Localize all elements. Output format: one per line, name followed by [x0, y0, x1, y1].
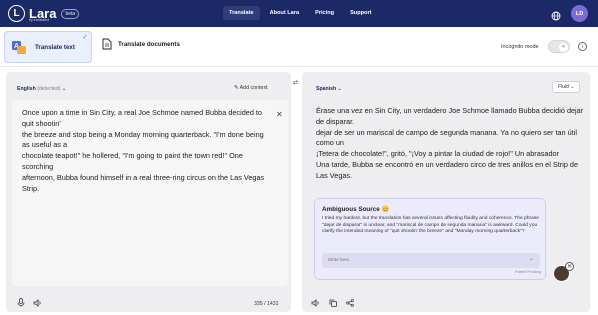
incognito-label: Incognito mode	[501, 44, 539, 50]
ambiguous-title-text: Ambiguous Source	[322, 206, 380, 213]
share-icon[interactable]	[345, 298, 354, 307]
chevron-down-icon: ⌄	[62, 86, 67, 92]
copy-icon[interactable]	[328, 298, 337, 307]
tab-translate-text-label: Translate text	[35, 43, 75, 51]
add-context-label: Add context	[239, 85, 268, 91]
beta-badge: beta	[61, 8, 80, 19]
tab-translate-text[interactable]: A Translate text ✓	[4, 31, 92, 63]
source-textarea[interactable]: Once upon a time in Sin City, a real Joe…	[12, 100, 288, 286]
target-panel: Spanish ⌄ Fluid ⌄ Érase una vez en Sin C…	[302, 72, 590, 312]
swap-languages-icon[interactable]: ⇄	[293, 79, 301, 87]
smile-emoji-icon: 😊	[381, 206, 390, 213]
chevron-down-icon: ⌄	[337, 86, 342, 92]
ambiguous-message: I tried my hardest, but the translation …	[322, 216, 540, 235]
nav-about-lara[interactable]: About Lara	[264, 6, 306, 20]
style-select[interactable]: Fluid ⌄	[552, 81, 581, 93]
source-language-select[interactable]: English (detected) ⌄	[17, 86, 66, 92]
speaker-icon[interactable]	[33, 298, 42, 307]
mode-tabs: A Translate text ✓ Translate documents I…	[0, 27, 598, 67]
logo-mark: L	[8, 5, 25, 22]
translated-text: Érase una vez en Sin City, un verdadero …	[316, 106, 584, 180]
user-avatar[interactable]: LD	[571, 5, 588, 22]
globe-icon[interactable]	[551, 8, 561, 21]
check-icon: ✓	[82, 34, 88, 41]
logo-subtitle: by translated	[29, 18, 50, 22]
clear-text-icon[interactable]: ✕	[276, 110, 283, 119]
chevron-down-icon: ⌄	[570, 84, 575, 90]
toggle-knob: ✕	[559, 42, 568, 52]
source-language: English	[17, 86, 36, 92]
speaker-icon[interactable]	[311, 298, 320, 307]
nav-translate[interactable]: Translate	[223, 6, 260, 20]
clarify-input-box[interactable]: →	[322, 253, 540, 268]
top-header: L Lara by translated beta Translate Abou…	[0, 0, 598, 27]
ambiguous-source-card: Ambiguous Source 😊 I tried my hardest, b…	[314, 198, 546, 280]
source-text[interactable]: Once upon a time in Sin City, a real Joe…	[22, 108, 272, 194]
source-actions	[16, 298, 42, 307]
lara-logo[interactable]: L Lara by translated beta	[8, 5, 80, 22]
style-label: Fluid	[558, 84, 569, 90]
send-arrow-icon[interactable]: →	[528, 256, 534, 262]
microphone-icon[interactable]	[16, 298, 25, 307]
add-context-button[interactable]: ✎ Add context	[234, 85, 268, 91]
translate-text-icon: A	[12, 41, 26, 54]
clarify-input[interactable]	[328, 257, 508, 262]
target-language-select[interactable]: Spanish ⌄	[316, 86, 342, 92]
tab-translate-documents[interactable]: Translate documents	[102, 38, 180, 50]
pencil-icon: ✎	[234, 85, 239, 91]
target-actions	[311, 298, 354, 307]
detected-label: (detected)	[37, 86, 61, 92]
tab-translate-documents-label: Translate documents	[118, 40, 180, 48]
character-count: 335 / 1431	[254, 301, 279, 307]
incognito-toggle[interactable]: ✕	[548, 40, 570, 53]
info-icon[interactable]: i	[578, 42, 587, 51]
document-icon	[102, 38, 112, 50]
close-icon[interactable]: ✕	[565, 262, 574, 271]
nav-support[interactable]: Support	[344, 6, 377, 20]
source-panel: English (detected) ⌄ ✎ Add context Once …	[6, 72, 291, 312]
target-language: Spanish	[316, 86, 337, 92]
ambiguous-title: Ambiguous Source 😊	[322, 205, 389, 213]
main-nav: Translate About Lara Pricing Support	[223, 6, 378, 20]
nav-pricing[interactable]: Pricing	[309, 6, 340, 20]
patent-pending-label: Patent Pending	[515, 270, 541, 274]
translator-main: English (detected) ⌄ ✎ Add context Once …	[0, 67, 598, 315]
